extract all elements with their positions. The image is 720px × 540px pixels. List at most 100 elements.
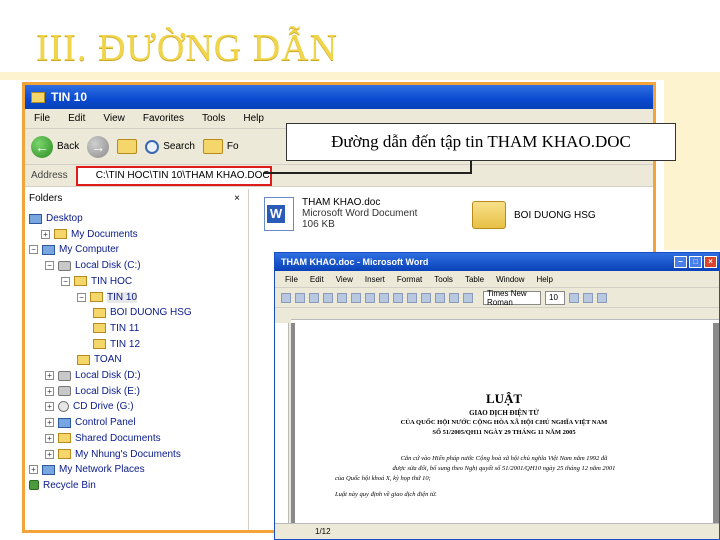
tree-item[interactable]: TIN 12 [93,337,140,352]
file-type: Microsoft Word Document [302,208,418,219]
font-size-select[interactable]: 10 [545,290,565,305]
word-menu-edit[interactable]: Edit [304,275,330,284]
close-icon[interactable]: × [234,193,240,204]
word-menu-view[interactable]: View [330,275,359,284]
italic-icon[interactable] [583,292,593,303]
word-titlebar[interactable]: THAM KHAO.doc - Microsoft Word – □ × [275,253,719,271]
preview-icon[interactable] [337,292,347,303]
document-page[interactable]: LUẬT GIAO DỊCH ĐIỆN TỬ CỦA QUỐC HỘI NƯỚC… [295,323,713,523]
word-toolbar-2 [275,307,719,319]
background-strip-right [664,80,720,250]
tree-item[interactable]: TIN 11 [93,321,139,336]
cut-icon[interactable] [365,292,375,303]
back-button[interactable]: ← Back [31,135,79,158]
tree-item[interactable]: − My Computer [29,242,119,257]
folder-boi-duong-hsg[interactable]: BOI DUONG HSG [472,201,596,229]
drive-icon [58,370,71,381]
tree-item[interactable]: + Local Disk (E:) [45,384,140,399]
expand-icon[interactable]: + [45,449,54,459]
word-toolbar: Times New Roman 10 [275,287,719,307]
tree-item[interactable]: − Local Disk (C:) [45,258,141,273]
word-menu-file[interactable]: File [279,275,304,284]
tree-item[interactable]: + CD Drive (G:) [45,399,134,414]
tree-item-label: TIN 10 [107,291,138,303]
word-menu-tools[interactable]: Tools [428,275,459,284]
tree-item[interactable]: BOI DUONG HSG [93,305,192,320]
callout-connector-h [264,172,472,174]
collapse-icon[interactable]: − [61,276,70,286]
menu-view[interactable]: View [94,113,134,124]
expand-icon[interactable]: + [29,465,38,475]
file-name: THAM KHAO.doc [302,197,381,208]
tree-item-label: Local Disk (E:) [75,385,141,397]
underline-icon[interactable] [597,292,607,303]
desktop-icon [29,213,42,224]
tree-item-label: Local Disk (C:) [75,260,141,272]
expand-icon[interactable]: + [41,229,50,239]
tree-item[interactable]: + My Documents [41,227,138,242]
table-icon[interactable] [435,292,445,303]
tree-item[interactable]: + My Network Places [29,462,145,477]
copy-icon[interactable] [379,292,389,303]
forward-button[interactable]: → [87,135,110,158]
minimize-icon[interactable]: – [674,256,687,268]
drawing-icon[interactable] [463,292,473,303]
expand-icon[interactable]: + [45,402,54,412]
word-menu-insert[interactable]: Insert [359,275,391,284]
tree-item[interactable]: + Shared Documents [45,431,161,446]
menu-file[interactable]: File [25,113,59,124]
menu-favorites[interactable]: Favorites [134,113,193,124]
collapse-icon[interactable]: − [45,261,54,271]
tree-item[interactable]: + My Nhung's Documents [45,447,181,462]
word-menu-window[interactable]: Window [490,275,530,284]
word-menu-format[interactable]: Format [391,275,428,284]
word-menu-help[interactable]: Help [531,275,559,284]
drive-icon [58,260,71,271]
new-icon[interactable] [281,292,291,303]
collapse-icon[interactable]: − [77,292,86,302]
background-strip-top [0,72,720,80]
tree-item[interactable]: Recycle Bin [29,478,96,493]
save-icon[interactable] [309,292,319,303]
explorer-titlebar[interactable]: TIN 10 [25,85,653,109]
up-folder-icon [117,139,138,154]
word-statusbar: 1/12 [275,523,719,539]
paste-icon[interactable] [393,292,403,303]
expand-icon[interactable]: + [45,371,54,380]
search-button[interactable]: Search [145,139,195,154]
tree-item-label: TOAN [94,354,122,366]
vertical-ruler [275,323,289,523]
word-menu-table[interactable]: Table [459,275,490,284]
collapse-icon[interactable]: − [29,245,38,255]
tree-item[interactable]: Desktop [29,211,83,226]
tree-item[interactable]: + Control Panel [45,415,136,430]
undo-icon[interactable] [407,292,417,303]
menu-edit[interactable]: Edit [59,113,94,124]
spelling-icon[interactable] [351,292,361,303]
expand-icon[interactable]: + [45,418,54,428]
tree-item[interactable]: − TIN HOC [61,274,132,289]
menu-tools[interactable]: Tools [193,113,234,124]
file-tham-khao[interactable]: THAM KHAO.doc Microsoft Word Document 10… [264,197,417,231]
tree-item[interactable]: + Local Disk (D:) [45,368,141,383]
word-menubar: File Edit View Insert Format Tools Table… [275,271,719,287]
expand-icon[interactable]: + [45,386,54,396]
bold-icon[interactable] [569,292,579,303]
up-folder-button[interactable] [117,139,138,154]
menu-help[interactable]: Help [234,113,273,124]
folders-button[interactable]: Fo [202,139,239,154]
address-input[interactable]: C:\TIN HOC\TIN 10\THAM KHAO.DOC [75,165,272,186]
font-name-select[interactable]: Times New Roman [483,289,541,307]
expand-icon[interactable]: + [45,433,54,443]
tree-item[interactable]: TOAN [77,352,122,367]
folder-icon [31,91,45,103]
redo-icon[interactable] [421,292,431,303]
doc-paragraph-2: được sửa đổi, bổ sung theo Nghị quyết số… [392,465,616,472]
open-icon[interactable] [295,292,305,303]
maximize-icon[interactable]: □ [689,256,702,268]
doc-paragraph-3: của Quốc hội khoá X, kỳ họp thứ 10; [335,475,431,482]
columns-icon[interactable] [449,292,459,303]
print-icon[interactable] [323,292,333,303]
close-icon[interactable]: × [704,256,717,268]
tree-item[interactable]: − TIN 10 [77,290,138,305]
